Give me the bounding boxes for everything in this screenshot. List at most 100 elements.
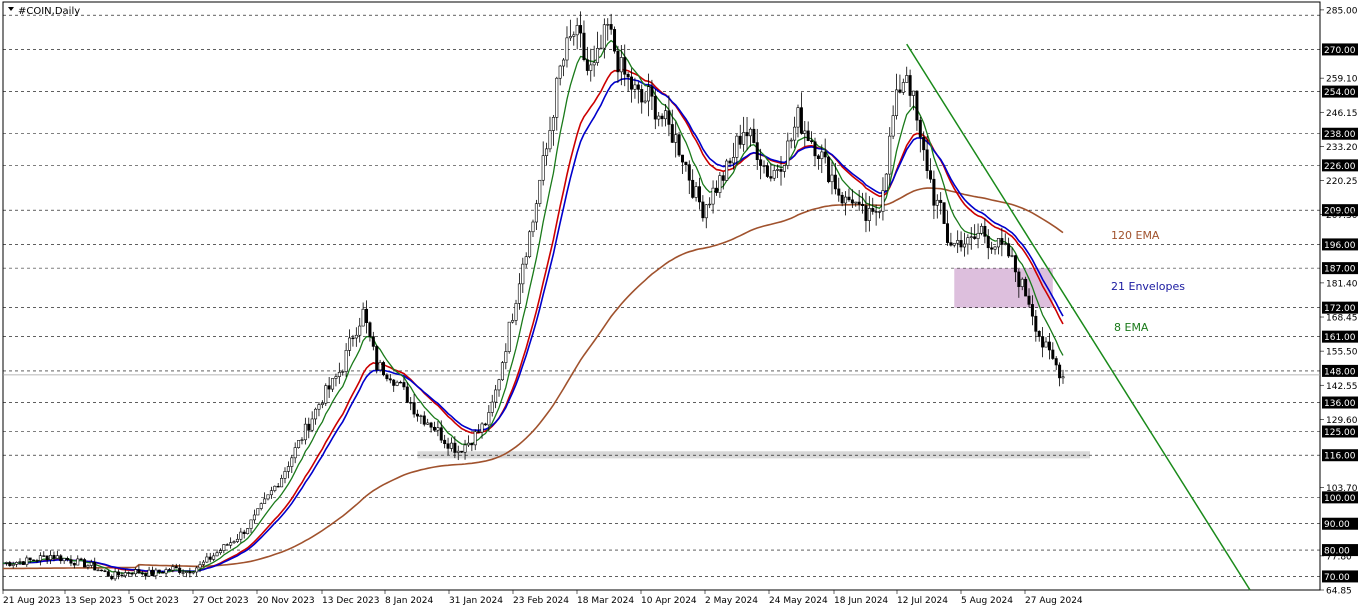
candle-body	[813, 141, 817, 157]
candle-body	[354, 334, 358, 339]
candle-body	[303, 423, 307, 441]
candle-body	[667, 110, 671, 125]
candle-body	[157, 569, 161, 573]
candle-body	[497, 379, 501, 391]
candle-body	[171, 566, 175, 571]
candle-body	[286, 466, 290, 472]
candle-body	[765, 165, 769, 177]
candle-body	[647, 86, 651, 102]
candle-body	[25, 557, 29, 565]
candle-body	[21, 561, 25, 565]
candle-body	[874, 211, 878, 213]
candle-body	[256, 508, 260, 516]
candle-body	[745, 132, 749, 137]
candle-body	[905, 75, 909, 83]
candle-body	[786, 140, 790, 166]
candle-body	[623, 57, 627, 75]
candle-body	[103, 570, 107, 572]
candle-body	[833, 174, 837, 190]
price-tag-label: 148.00	[1324, 367, 1356, 377]
candle-body	[371, 336, 375, 347]
candle	[507, 321, 511, 354]
price-tag-label: 270.00	[1324, 46, 1356, 56]
candle-body	[1037, 331, 1041, 337]
candle-body	[83, 559, 87, 568]
candle-body	[691, 179, 695, 198]
candle-body	[11, 564, 15, 566]
candle-body	[466, 442, 470, 446]
candle-body	[925, 149, 929, 171]
time-label: 31 Jan 2024	[449, 596, 503, 606]
candle-body	[494, 389, 498, 403]
candle-body	[76, 558, 80, 566]
candle-body	[548, 130, 552, 150]
annotation-label: 8 EMA	[1114, 321, 1149, 334]
annotation-label: 120 EMA	[1111, 229, 1160, 242]
candle	[297, 440, 301, 449]
price-label: 233.20	[1326, 143, 1358, 153]
candle-body	[677, 134, 681, 156]
candle-body	[962, 243, 966, 248]
candle-body	[69, 559, 73, 564]
candle-body	[388, 378, 392, 381]
candle-body	[161, 571, 165, 574]
candle-body	[589, 64, 593, 71]
candle-body	[959, 240, 963, 248]
candle-body	[701, 201, 705, 219]
candle-body	[687, 164, 691, 181]
candle-body	[1013, 255, 1017, 273]
candle-body	[208, 556, 212, 560]
candle-body	[215, 552, 219, 557]
candle-body	[725, 160, 729, 181]
candle-body	[613, 29, 617, 52]
candle-body	[966, 237, 970, 245]
candle-body	[100, 569, 104, 572]
candle-body	[361, 308, 365, 327]
candle-body	[460, 450, 464, 453]
candle-body	[990, 247, 994, 250]
candle-body	[28, 557, 32, 561]
candle-body	[117, 571, 121, 576]
candle-body	[596, 48, 600, 63]
candle-body	[1034, 315, 1038, 332]
candle-body	[993, 246, 997, 250]
candle-body	[249, 519, 253, 529]
chart-canvas[interactable]: 285.00 270.00 259.10 254.00 246.15 238.00 233.…	[0, 0, 1362, 611]
candle-body	[174, 566, 178, 569]
candle-body	[229, 542, 233, 546]
candle-body	[259, 503, 263, 509]
time-label: 13 Dec 2023	[322, 596, 380, 606]
candle-body	[867, 208, 871, 221]
price-tag-label: 196.00	[1324, 241, 1356, 251]
candle-body	[246, 528, 250, 535]
candle-body	[545, 148, 549, 156]
candle-body	[823, 151, 827, 158]
candle-body	[225, 544, 229, 546]
candle-body	[395, 381, 399, 386]
time-label: 18 Mar 2024	[577, 596, 634, 606]
candle-body	[538, 179, 542, 204]
candle-body	[796, 107, 800, 128]
candle	[256, 508, 260, 516]
candle-body	[113, 571, 117, 580]
candle-body	[8, 562, 12, 566]
candle-body	[500, 362, 504, 381]
candle-body	[1027, 295, 1031, 305]
candle-body	[1007, 243, 1011, 257]
candle-body	[922, 136, 926, 151]
candle-body	[443, 439, 447, 445]
candle-body	[592, 62, 596, 66]
price-tag-label: 161.00	[1324, 333, 1356, 343]
candle-body	[38, 555, 42, 561]
price-tag-label: 90.00	[1324, 520, 1350, 530]
candle-body	[572, 34, 576, 37]
candle-body	[1051, 349, 1055, 359]
candle-body	[15, 562, 19, 565]
candle-body	[463, 444, 467, 453]
candle-body	[331, 378, 335, 390]
candle-body	[979, 225, 983, 234]
candle-body	[568, 36, 572, 39]
candle-body	[694, 186, 698, 198]
candle	[613, 26, 617, 54]
candle-body	[714, 187, 718, 193]
